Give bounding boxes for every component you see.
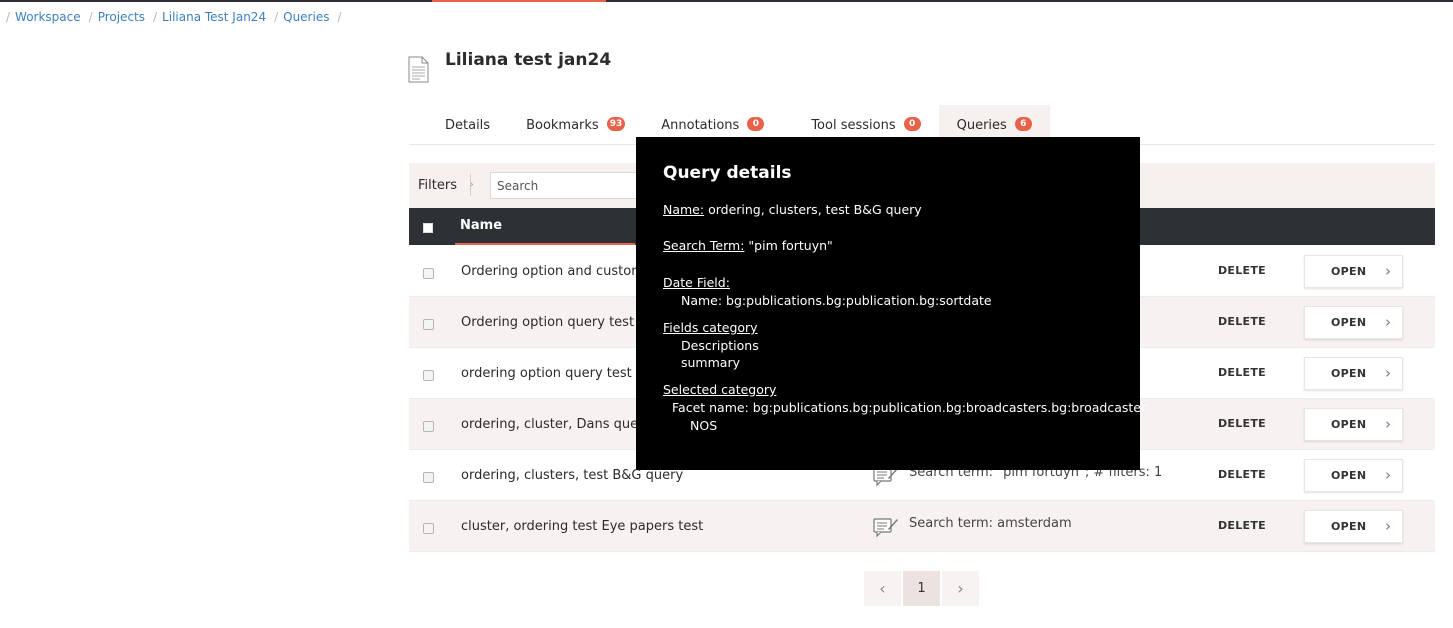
sort-indicator	[455, 243, 635, 245]
breadcrumb-separator: /	[337, 10, 342, 24]
chevron-right-icon: ›	[1385, 415, 1391, 433]
breadcrumb-projects[interactable]: Projects	[98, 10, 145, 24]
tab-label: Queries	[956, 117, 1007, 133]
breadcrumb-separator: /	[153, 10, 158, 24]
open-label: OPEN	[1331, 418, 1367, 431]
tab-label: Annotations	[661, 117, 740, 133]
tooltip-name-line: Name: ordering, clusters, test B&G query	[663, 202, 922, 217]
count-badge: 0	[747, 117, 765, 131]
pagination: ‹ 1 ›	[864, 571, 979, 606]
query-name: ordering, cluster, Dans query	[461, 417, 652, 432]
tooltip-title: Query details	[663, 163, 792, 183]
delete-button[interactable]: DELETE	[1218, 264, 1266, 277]
query-name: Ordering option query test	[461, 315, 635, 330]
document-icon	[408, 56, 429, 83]
delete-button[interactable]: DELETE	[1218, 366, 1266, 379]
tab-label: Details	[445, 117, 491, 133]
filters-label: Filters	[418, 178, 457, 193]
breadcrumb-separator: /	[88, 10, 93, 24]
tooltip-search-value: "pim fortuyn"	[744, 238, 833, 253]
row-checkbox[interactable]	[423, 523, 434, 534]
breadcrumb-workspace[interactable]: Workspace	[15, 10, 81, 24]
delete-button[interactable]: DELETE	[1218, 519, 1266, 532]
count-badge: 0	[903, 117, 921, 131]
query-description: Search term: amsterdam	[909, 516, 1072, 531]
query-name: Ordering option and custom	[461, 264, 644, 279]
page-1-button[interactable]: 1	[903, 571, 940, 606]
count-badge: 93	[606, 117, 626, 131]
count-badge: 6	[1014, 117, 1032, 131]
tab-label: Tool sessions	[811, 117, 896, 133]
open-label: OPEN	[1331, 265, 1367, 278]
breadcrumb-project[interactable]: Liliana Test Jan24	[162, 10, 266, 24]
caret-right-icon: ›	[470, 180, 474, 190]
open-label: OPEN	[1331, 367, 1367, 380]
breadcrumb-separator: /	[274, 10, 279, 24]
row-checkbox[interactable]	[423, 370, 434, 381]
open-button[interactable]: OPEN ›	[1304, 255, 1403, 288]
query-name: ordering option query test 2	[461, 366, 645, 381]
row-checkbox[interactable]	[423, 319, 434, 330]
tooltip-name-key: Name:	[663, 202, 705, 217]
tooltip-date-key: Date Field:	[663, 275, 730, 290]
chevron-right-icon: ›	[1385, 517, 1391, 535]
row-checkbox[interactable]	[423, 421, 434, 432]
breadcrumb-queries[interactable]: Queries	[283, 10, 329, 24]
tooltip-search-line: Search Term: "pim fortuyn"	[663, 238, 833, 253]
next-page-button[interactable]: ›	[942, 571, 979, 606]
search-input[interactable]	[490, 172, 640, 199]
open-button[interactable]: OPEN ›	[1304, 408, 1403, 441]
open-label: OPEN	[1331, 316, 1367, 329]
page-title: Liliana test jan24	[445, 50, 612, 70]
filters-toggle[interactable]: ›	[470, 174, 482, 196]
tooltip-name-value: ordering, clusters, test B&G query	[704, 202, 922, 217]
tab-label: Bookmarks	[526, 117, 599, 133]
chevron-right-icon: ›	[1385, 262, 1391, 280]
delete-button[interactable]: DELETE	[1218, 417, 1266, 430]
open-label: OPEN	[1331, 469, 1367, 482]
chevron-right-icon: ›	[1385, 466, 1391, 484]
query-name: ordering, clusters, test B&G query	[461, 468, 684, 483]
chevron-right-icon: ›	[1385, 364, 1391, 382]
top-accent-bar	[432, 0, 606, 2]
select-all-checkbox[interactable]	[423, 223, 433, 233]
row-checkbox[interactable]	[423, 268, 434, 279]
tooltip-fields-key: Fields category	[663, 320, 758, 335]
chevron-right-icon: ›	[1385, 313, 1391, 331]
column-header-name[interactable]: Name	[460, 218, 502, 233]
query-icon[interactable]	[873, 516, 899, 538]
breadcrumb: / Workspace / Projects / Liliana Test Ja…	[6, 10, 347, 24]
top-border	[0, 0, 1453, 2]
open-button[interactable]: OPEN ›	[1304, 357, 1403, 390]
table-row: cluster, ordering test Eye papers test S…	[409, 501, 1435, 552]
tab-bookmarks[interactable]: Bookmarks 93	[526, 105, 646, 145]
tooltip-date-value: Name: bg:publications.bg:publication.bg:…	[681, 293, 992, 308]
open-button[interactable]: OPEN ›	[1304, 459, 1403, 492]
tooltip-fields-value: summary	[681, 355, 740, 370]
tooltip-facet-value: NOS	[690, 418, 718, 433]
open-button[interactable]: OPEN ›	[1304, 306, 1403, 339]
delete-button[interactable]: DELETE	[1218, 315, 1266, 328]
breadcrumb-separator: /	[6, 10, 11, 24]
query-name: cluster, ordering test Eye papers test	[461, 519, 704, 534]
tab-details[interactable]: Details	[409, 105, 526, 145]
row-checkbox[interactable]	[423, 472, 434, 483]
delete-button[interactable]: DELETE	[1218, 468, 1266, 481]
open-button[interactable]: OPEN ›	[1304, 510, 1403, 543]
open-label: OPEN	[1331, 520, 1367, 533]
tooltip-search-key: Search Term:	[663, 238, 745, 253]
tooltip-fields-value: Descriptions	[681, 338, 759, 353]
prev-page-button[interactable]: ‹	[864, 571, 901, 606]
tooltip-facet-line: Facet name: bg:publications.bg:publicati…	[672, 400, 1147, 415]
tooltip-selected-key: Selected category	[663, 382, 777, 397]
query-details-tooltip: Query details Name: ordering, clusters, …	[636, 137, 1146, 470]
